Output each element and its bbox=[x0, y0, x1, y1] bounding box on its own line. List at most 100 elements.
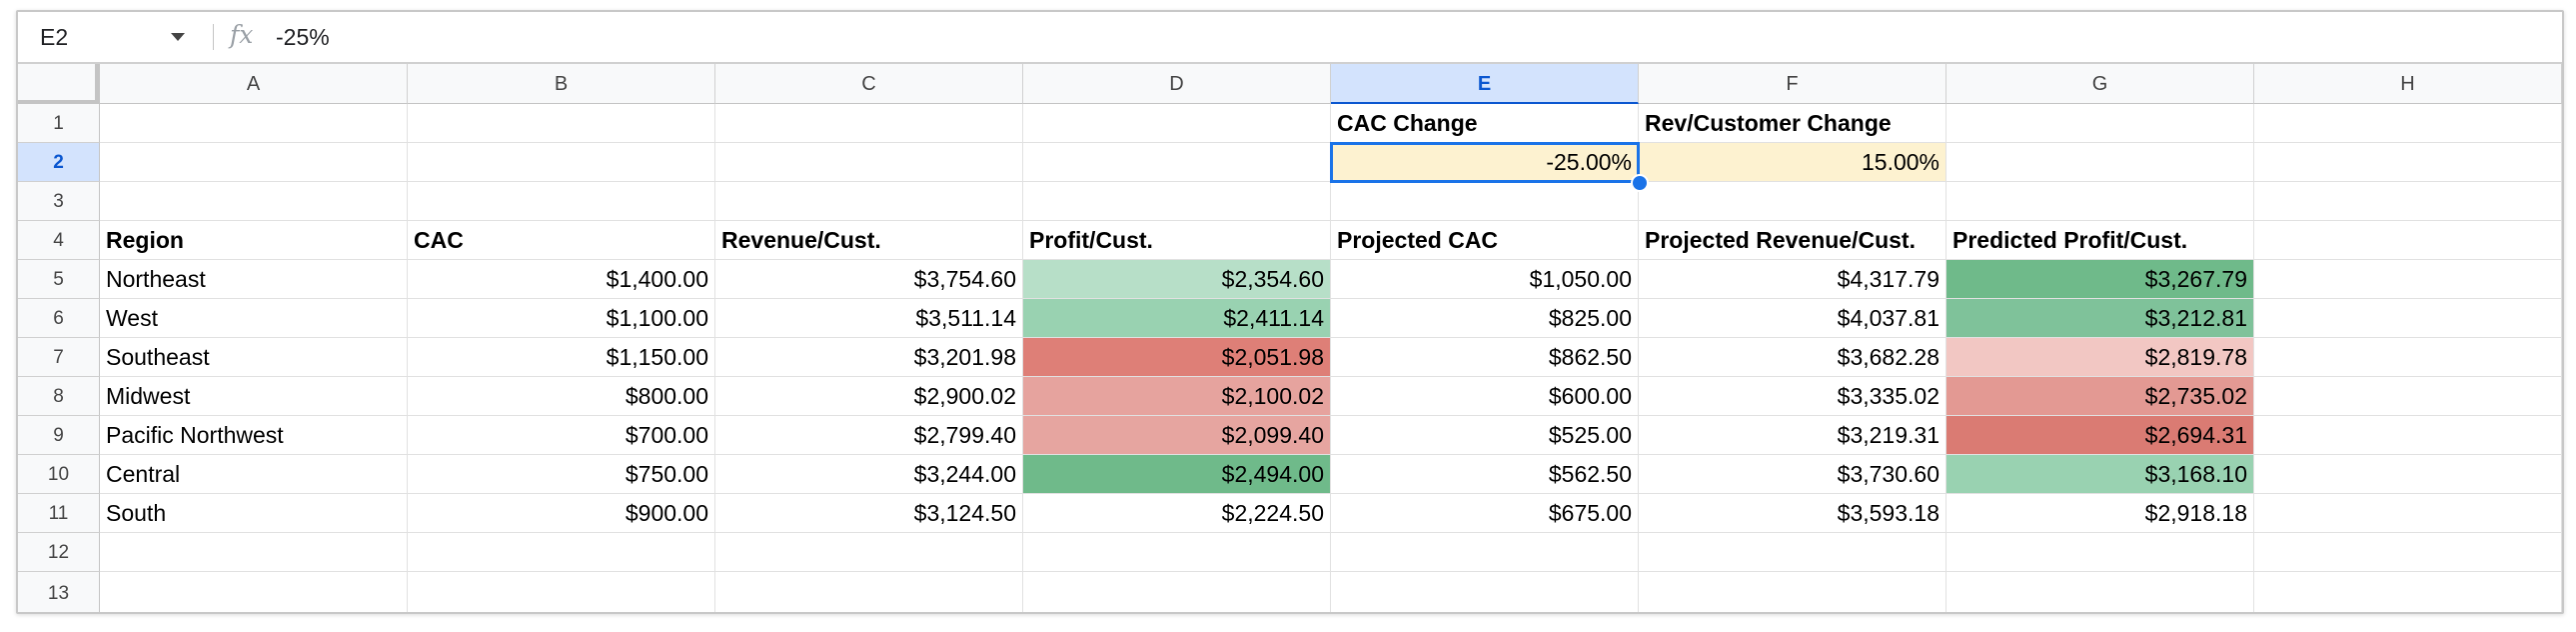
value-cell[interactable]: $900.00 bbox=[408, 494, 715, 533]
grid-cell[interactable] bbox=[2254, 338, 2562, 377]
grid-cell[interactable] bbox=[715, 533, 1023, 572]
value-cell[interactable]: $3,593.18 bbox=[1639, 494, 1946, 533]
value-cell[interactable]: $600.00 bbox=[1331, 377, 1639, 416]
grid-cell[interactable] bbox=[100, 182, 408, 221]
value-cell[interactable]: $2,099.40 bbox=[1023, 416, 1331, 455]
grid-cell[interactable] bbox=[1946, 104, 2254, 143]
grid-cell[interactable] bbox=[2254, 533, 2562, 572]
grid-cell[interactable] bbox=[2254, 494, 2562, 533]
column-header-e[interactable]: E bbox=[1331, 64, 1639, 104]
grid-cell[interactable] bbox=[1331, 533, 1639, 572]
value-cell[interactable]: $825.00 bbox=[1331, 299, 1639, 338]
value-cell[interactable]: $2,819.78 bbox=[1946, 338, 2254, 377]
row-header-2[interactable]: 2 bbox=[18, 143, 100, 182]
region-cell[interactable]: Central bbox=[100, 455, 408, 494]
value-cell[interactable]: $2,799.40 bbox=[715, 416, 1023, 455]
value-cell[interactable]: $2,411.14 bbox=[1023, 299, 1331, 338]
row-header-9[interactable]: 9 bbox=[18, 416, 100, 455]
grid-cell[interactable] bbox=[1639, 182, 1946, 221]
column-header-g[interactable]: G bbox=[1946, 64, 2254, 104]
grid-cell[interactable] bbox=[2254, 182, 2562, 221]
value-cell[interactable]: $700.00 bbox=[408, 416, 715, 455]
value-cell[interactable]: $3,511.14 bbox=[715, 299, 1023, 338]
select-all-corner[interactable] bbox=[18, 64, 100, 104]
value-cell[interactable]: $2,735.02 bbox=[1946, 377, 2254, 416]
region-cell[interactable]: West bbox=[100, 299, 408, 338]
region-cell[interactable]: Midwest bbox=[100, 377, 408, 416]
grid-cell[interactable] bbox=[715, 572, 1023, 612]
value-cell[interactable]: $1,100.00 bbox=[408, 299, 715, 338]
grid-cell[interactable] bbox=[1023, 104, 1331, 143]
region-cell[interactable]: Pacific Northwest bbox=[100, 416, 408, 455]
grid-cell[interactable] bbox=[2254, 221, 2562, 260]
row-header-8[interactable]: 8 bbox=[18, 377, 100, 416]
column-header-b[interactable]: B bbox=[408, 64, 715, 104]
grid-cell[interactable] bbox=[1946, 533, 2254, 572]
value-cell[interactable]: $800.00 bbox=[408, 377, 715, 416]
table-header-cell[interactable]: CAC bbox=[408, 221, 715, 260]
grid-cell[interactable] bbox=[408, 533, 715, 572]
value-cell[interactable]: $2,918.18 bbox=[1946, 494, 2254, 533]
rev-change-label[interactable]: Rev/Customer Change bbox=[1639, 104, 1946, 143]
grid-cell[interactable] bbox=[715, 104, 1023, 143]
row-header-3[interactable]: 3 bbox=[18, 182, 100, 221]
grid-cell[interactable] bbox=[408, 182, 715, 221]
grid-cell[interactable] bbox=[408, 104, 715, 143]
grid-cell[interactable] bbox=[408, 143, 715, 182]
row-header-10[interactable]: 10 bbox=[18, 455, 100, 494]
value-cell[interactable]: $562.50 bbox=[1331, 455, 1639, 494]
value-cell[interactable]: $3,754.60 bbox=[715, 260, 1023, 299]
grid-cell[interactable] bbox=[2254, 416, 2562, 455]
value-cell[interactable]: $525.00 bbox=[1331, 416, 1639, 455]
chevron-down-icon[interactable] bbox=[171, 33, 185, 41]
grid-cell[interactable] bbox=[1639, 572, 1946, 612]
grid-cell[interactable] bbox=[2254, 299, 2562, 338]
grid-cell[interactable] bbox=[1946, 572, 2254, 612]
grid-cell[interactable] bbox=[1023, 572, 1331, 612]
column-header-h[interactable]: H bbox=[2254, 64, 2562, 104]
row-header-7[interactable]: 7 bbox=[18, 338, 100, 377]
value-cell[interactable]: $4,317.79 bbox=[1639, 260, 1946, 299]
row-header-11[interactable]: 11 bbox=[18, 494, 100, 533]
region-cell[interactable]: Northeast bbox=[100, 260, 408, 299]
column-header-f[interactable]: F bbox=[1639, 64, 1946, 104]
grid-cell[interactable] bbox=[408, 572, 715, 612]
grid-cell[interactable] bbox=[1331, 572, 1639, 612]
column-header-d[interactable]: D bbox=[1023, 64, 1331, 104]
table-header-cell[interactable]: Revenue/Cust. bbox=[715, 221, 1023, 260]
row-header-4[interactable]: 4 bbox=[18, 221, 100, 260]
row-header-6[interactable]: 6 bbox=[18, 299, 100, 338]
value-cell[interactable]: $3,267.79 bbox=[1946, 260, 2254, 299]
grid-cell[interactable] bbox=[2254, 455, 2562, 494]
grid-cell[interactable] bbox=[1023, 182, 1331, 221]
value-cell[interactable]: $2,494.00 bbox=[1023, 455, 1331, 494]
value-cell[interactable]: $3,682.28 bbox=[1639, 338, 1946, 377]
value-cell[interactable]: $2,100.02 bbox=[1023, 377, 1331, 416]
value-cell[interactable]: $3,212.81 bbox=[1946, 299, 2254, 338]
table-header-cell[interactable]: Projected CAC bbox=[1331, 221, 1639, 260]
grid-cell[interactable] bbox=[2254, 104, 2562, 143]
value-cell[interactable]: $3,219.31 bbox=[1639, 416, 1946, 455]
value-cell[interactable]: $862.50 bbox=[1331, 338, 1639, 377]
region-cell[interactable]: Southeast bbox=[100, 338, 408, 377]
grid-cell[interactable] bbox=[1946, 182, 2254, 221]
row-header-12[interactable]: 12 bbox=[18, 533, 100, 572]
column-header-c[interactable]: C bbox=[715, 64, 1023, 104]
grid-cell[interactable] bbox=[100, 104, 408, 143]
fill-handle[interactable] bbox=[1631, 174, 1649, 192]
value-cell[interactable]: $2,694.31 bbox=[1946, 416, 2254, 455]
formula-input[interactable]: -25% bbox=[276, 22, 330, 52]
grid-cell[interactable] bbox=[2254, 572, 2562, 612]
value-cell[interactable]: $1,400.00 bbox=[408, 260, 715, 299]
table-header-cell[interactable]: Predicted Profit/Cust. bbox=[1946, 221, 2254, 260]
grid-cell[interactable] bbox=[2254, 260, 2562, 299]
value-cell[interactable]: $3,124.50 bbox=[715, 494, 1023, 533]
value-cell[interactable]: $2,224.50 bbox=[1023, 494, 1331, 533]
value-cell[interactable]: $750.00 bbox=[408, 455, 715, 494]
row-header-13[interactable]: 13 bbox=[18, 572, 100, 612]
grid-cell[interactable] bbox=[2254, 377, 2562, 416]
table-header-cell[interactable]: Profit/Cust. bbox=[1023, 221, 1331, 260]
grid-cell[interactable] bbox=[1331, 182, 1639, 221]
cac-change-label[interactable]: CAC Change bbox=[1331, 104, 1639, 143]
table-header-cell[interactable]: Region bbox=[100, 221, 408, 260]
